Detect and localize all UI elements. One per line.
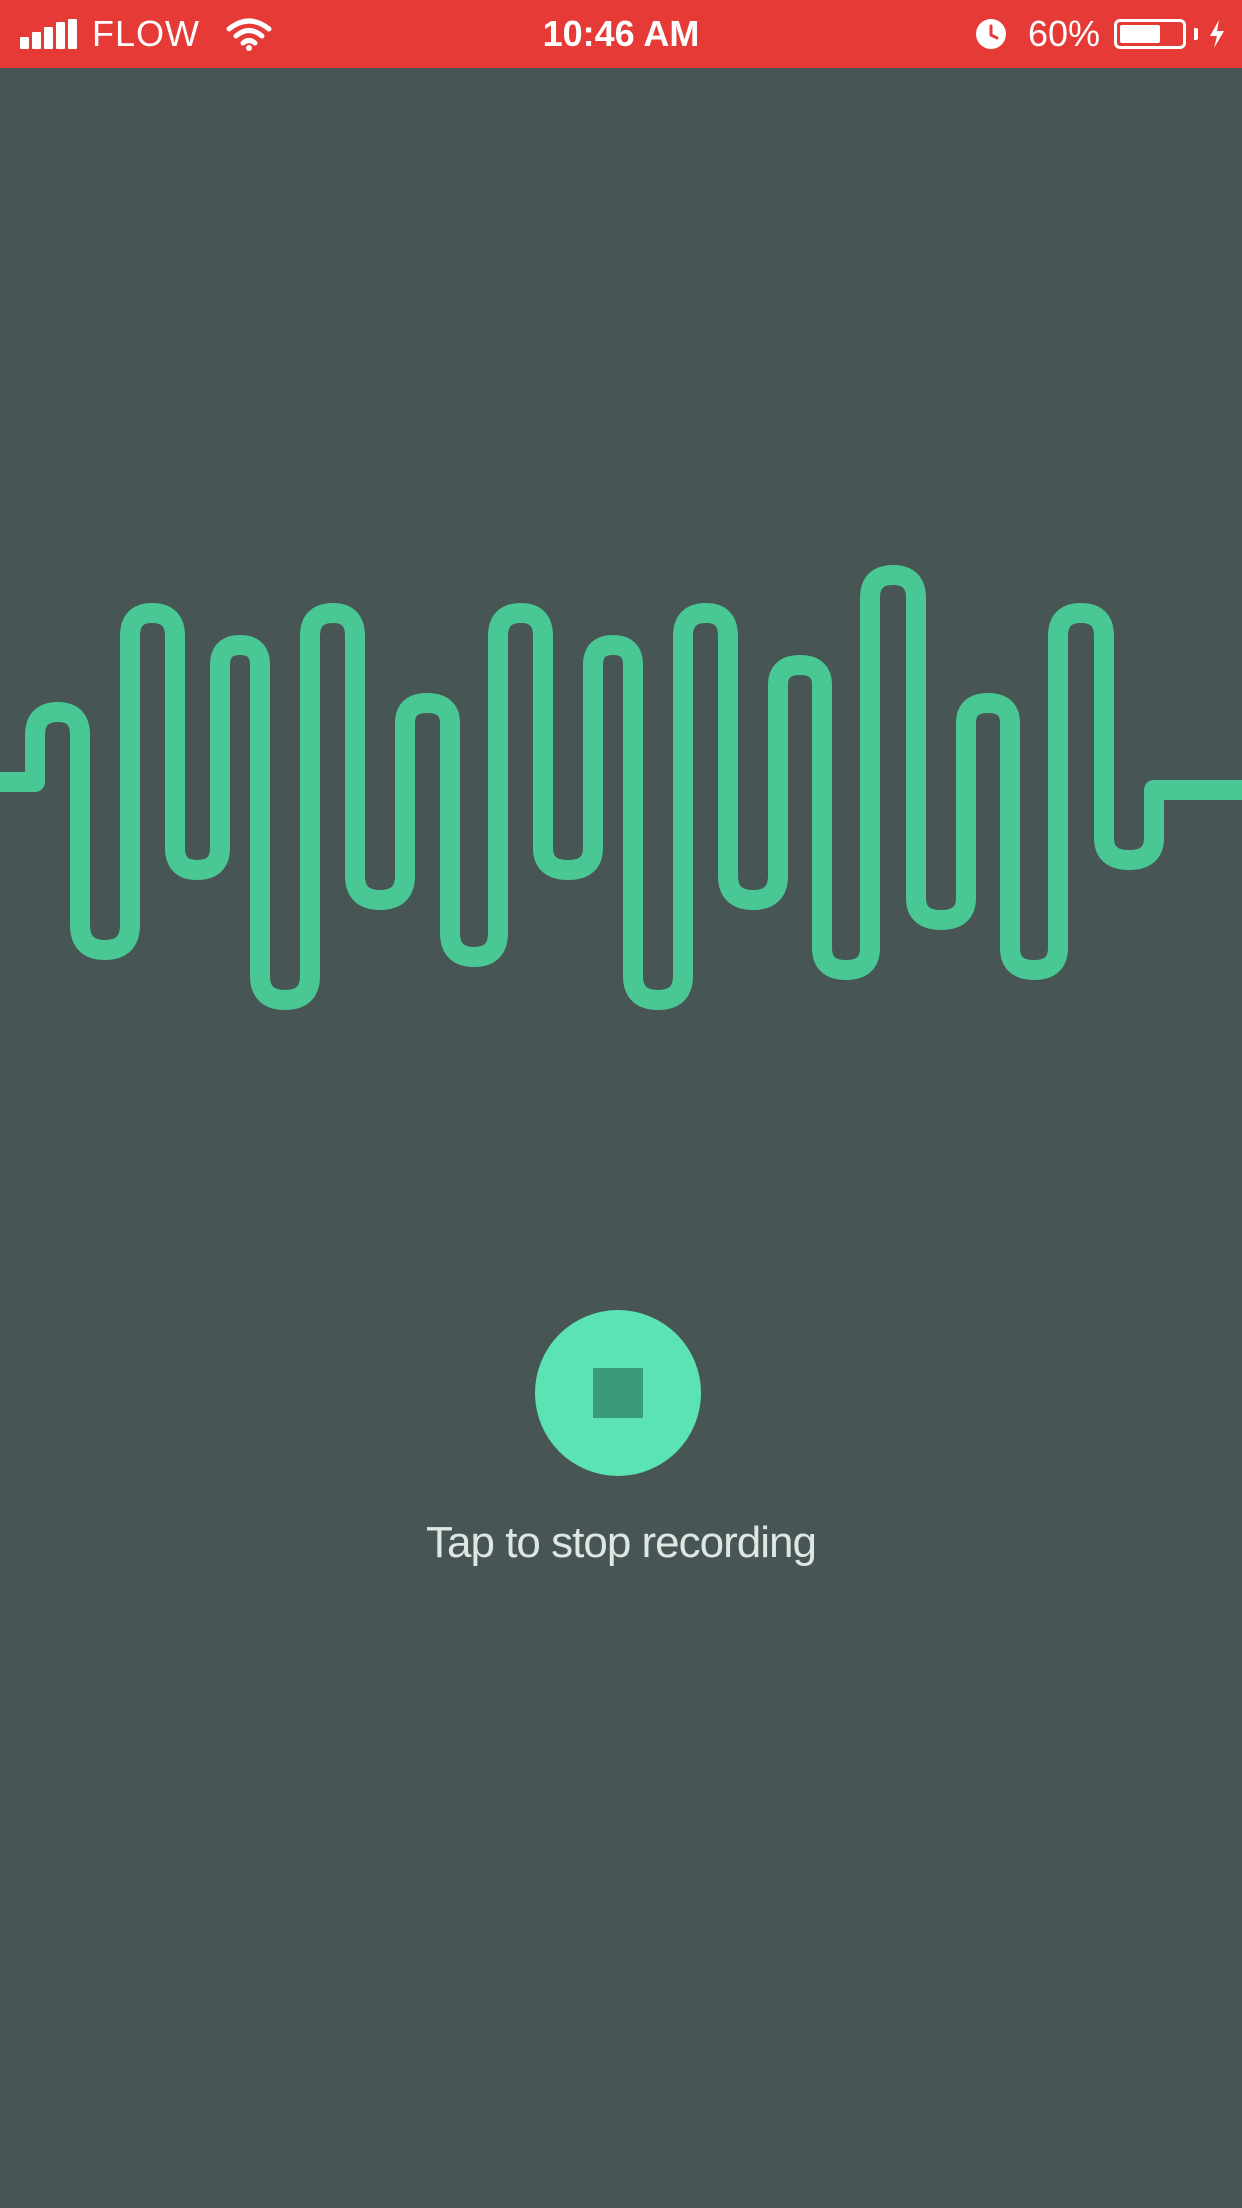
waveform-line	[0, 565, 1242, 1010]
status-bar: FLOW 10:46 AM 60%	[0, 0, 1242, 68]
battery-icon	[1114, 19, 1186, 49]
audio-waveform	[0, 565, 1242, 1010]
charging-icon	[1210, 20, 1224, 48]
recording-screen: FLOW 10:46 AM 60% Tap to stop recording	[0, 0, 1242, 2208]
stop-recording-button[interactable]	[535, 1310, 701, 1476]
battery-cap	[1194, 28, 1198, 40]
stop-square-icon	[593, 1368, 643, 1418]
alarm-icon	[975, 19, 1006, 49]
status-bar-right: 60%	[974, 0, 1226, 68]
battery-percent: 60%	[1027, 13, 1100, 54]
stop-recording-hint: Tap to stop recording	[426, 1518, 817, 1567]
